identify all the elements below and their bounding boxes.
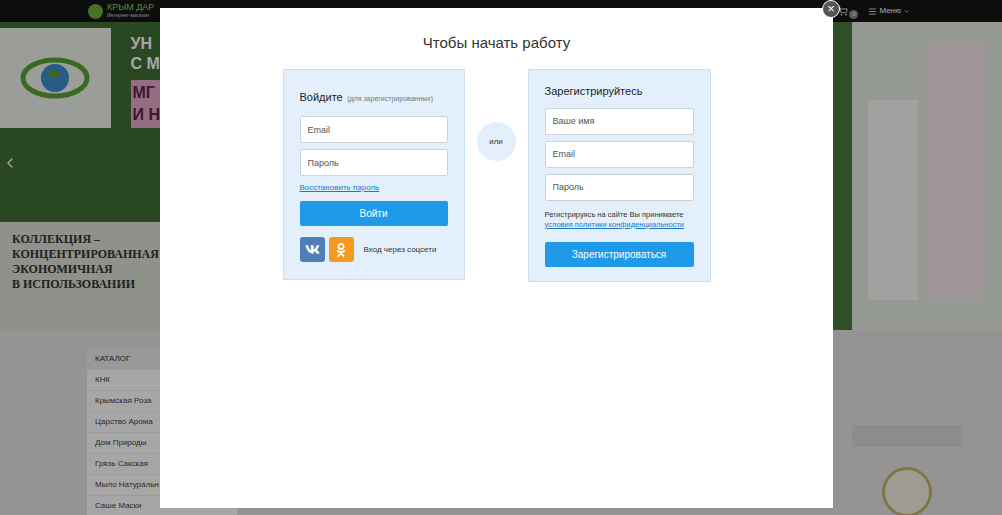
modal-title: Чтобы начать работу <box>423 34 570 52</box>
social-login-label: Вход через соцсети <box>364 244 437 256</box>
text-input[interactable] <box>545 174 694 201</box>
text-input[interactable] <box>300 149 448 176</box>
login-title: Войдите (для зарегистрированных) <box>300 84 448 108</box>
register-button[interactable]: Зарегистрироваться <box>545 242 694 267</box>
auth-modal: Чтобы начать работу Войдите (для зарегист… <box>160 8 833 508</box>
close-button[interactable]: × <box>822 0 840 18</box>
text-input[interactable] <box>545 108 694 135</box>
vk-icon <box>305 242 320 257</box>
register-title: Зарегистрируйтесь <box>545 83 694 100</box>
page: КРЫМ ДАРИнтернет-магазин0МенюУНС ММГИ НК… <box>0 0 1002 515</box>
ok-icon <box>334 243 348 257</box>
separator-circle: или <box>477 122 516 161</box>
ok-button[interactable] <box>329 237 354 262</box>
terms-text: Регистрируясь на сайте Вы принимаете <box>545 210 694 220</box>
text-input[interactable] <box>300 116 448 143</box>
restore-password-link[interactable]: Восстановить пароль <box>300 182 448 194</box>
login-panel: Войдите (для зарегистрированных) Восстано… <box>283 69 465 280</box>
text-input[interactable] <box>545 141 694 168</box>
privacy-policy-link[interactable]: условия политики конфиденциальности <box>545 220 685 229</box>
register-panel: Зарегистрируйтесь Регистрируясь на сайте … <box>528 69 711 282</box>
vk-button[interactable] <box>300 237 325 262</box>
login-button[interactable]: Войти <box>300 201 448 226</box>
